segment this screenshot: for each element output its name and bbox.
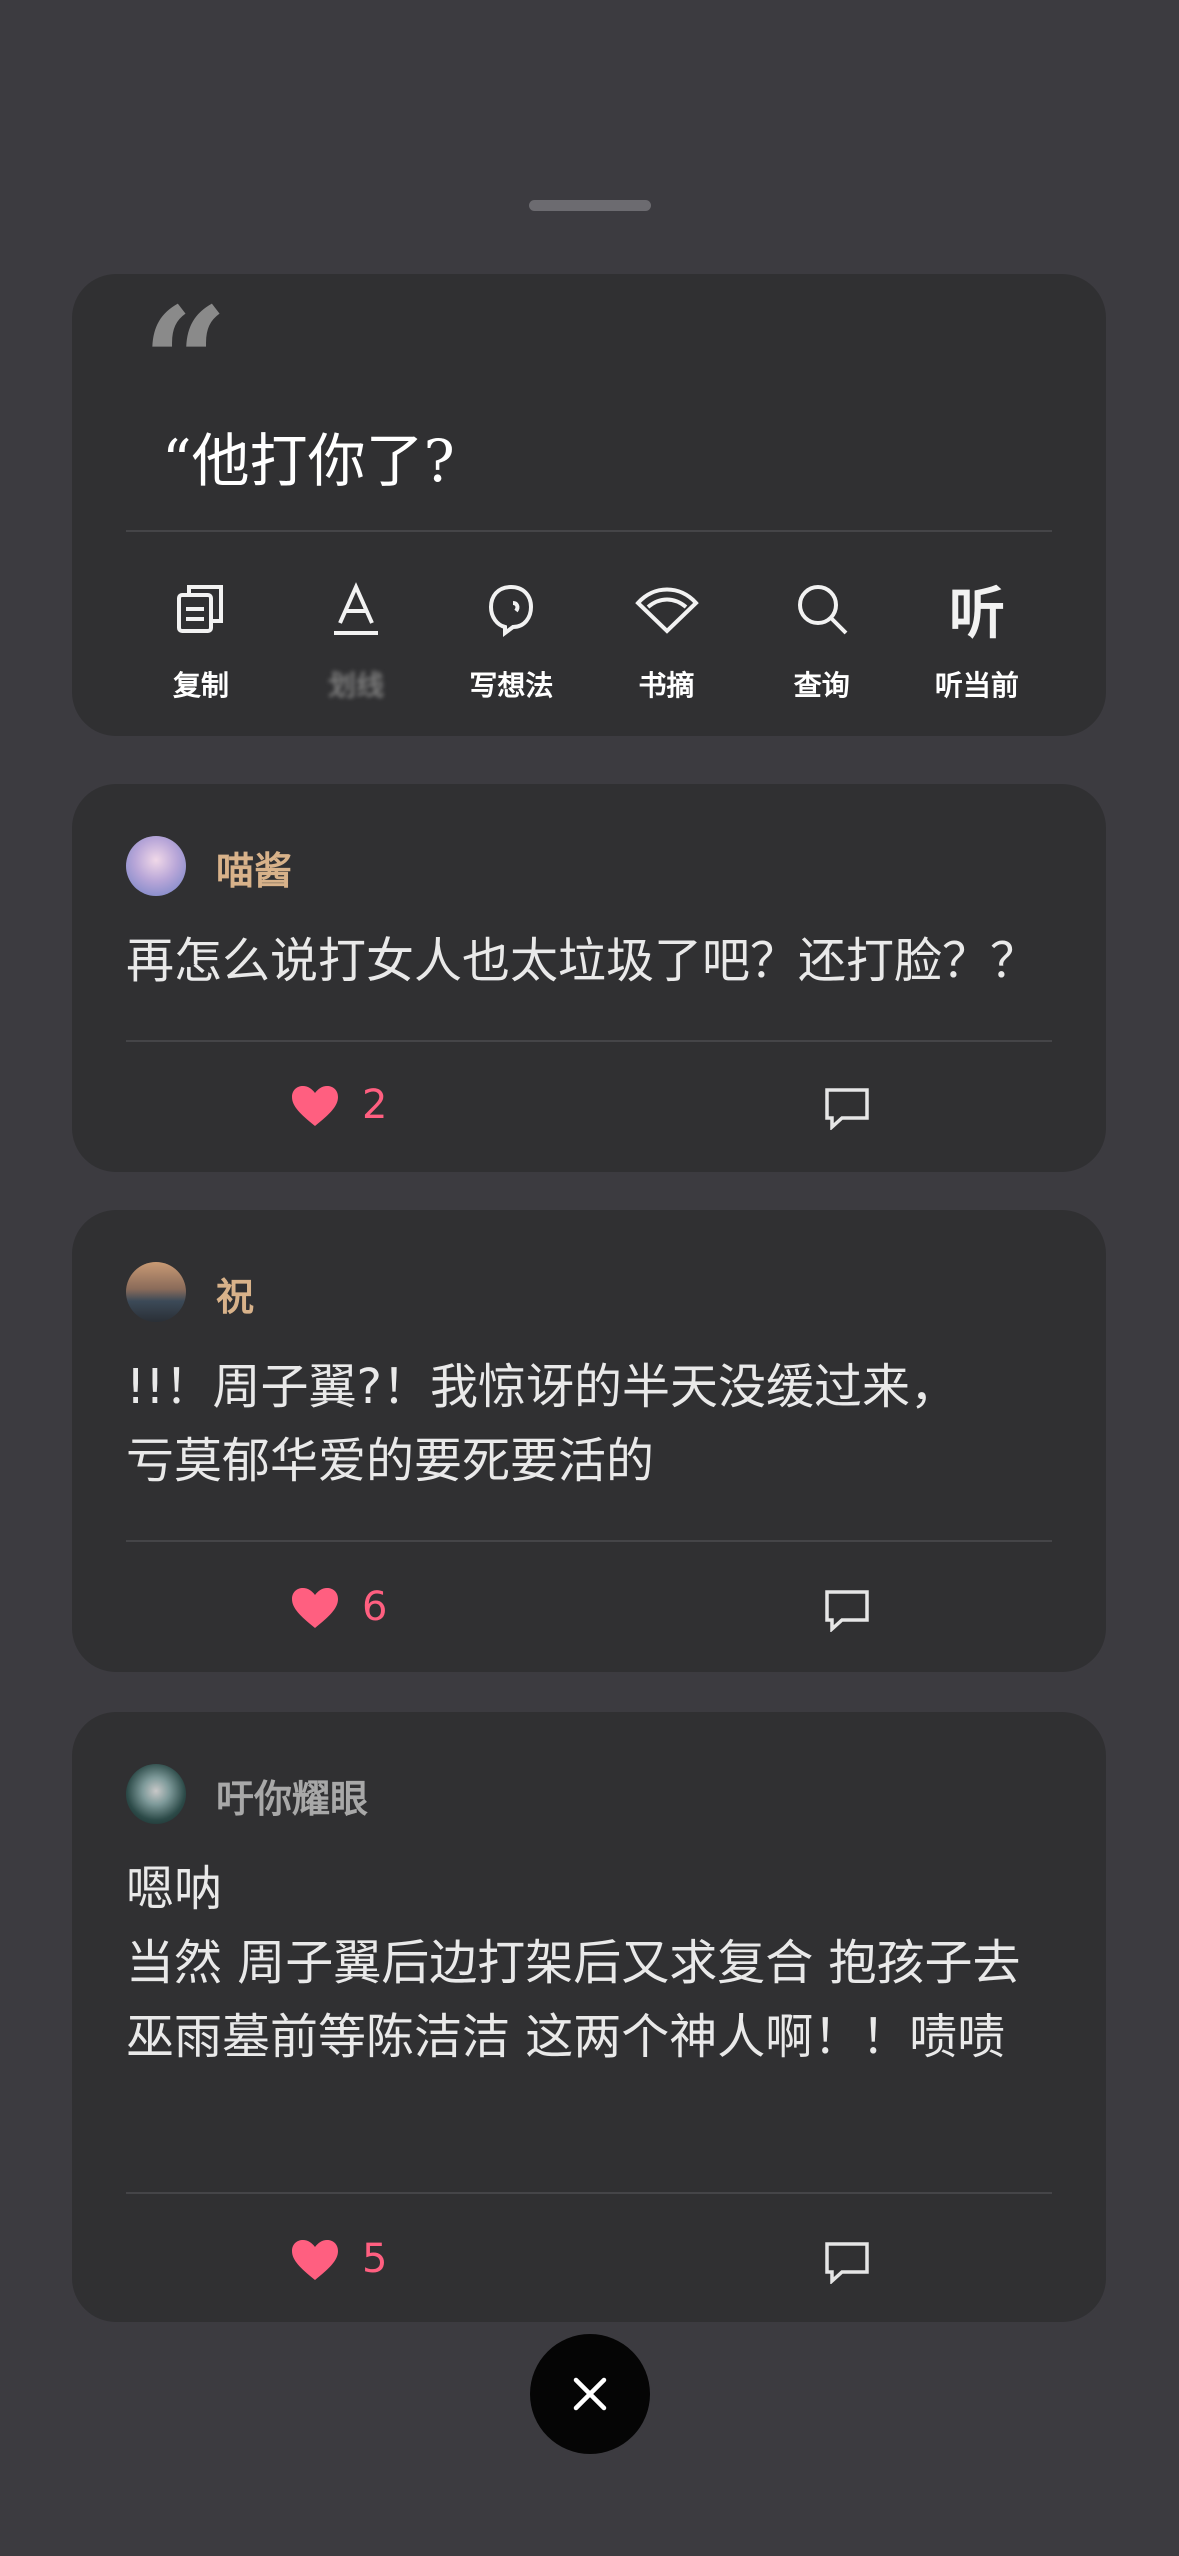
avatar[interactable] [126, 1262, 186, 1322]
divider [126, 530, 1052, 532]
action-bar: 复制 划线 写想法 书摘 查询 听 听当前 [126, 576, 1052, 716]
listen-button[interactable]: 听 听当前 [902, 576, 1052, 716]
book-excerpt-button[interactable]: 书摘 [592, 576, 742, 716]
divider [126, 1540, 1052, 1542]
book-excerpt-label: 书摘 [638, 669, 695, 702]
heart-icon[interactable] [290, 2238, 340, 2282]
heart-icon[interactable] [290, 1586, 340, 1630]
close-button[interactable] [530, 2334, 650, 2454]
search-icon [789, 576, 855, 642]
username[interactable]: 祝 [216, 1266, 254, 1321]
comment-card: 祝 !!！周子翼?！我惊讶的半天没缓过来， 亏莫郁华爱的要死要活的 6 [72, 1210, 1106, 1672]
like-count: 2 [362, 1082, 388, 1128]
comment-text: 嗯呐 当然 周子翼后边打架后又求复合 抱孩子去巫雨墓前等陈洁洁 这两个神人啊！！… [126, 1861, 1021, 2065]
comment-card: 吁你耀眼 嗯呐 当然 周子翼后边打架后又求复合 抱孩子去巫雨墓前等陈洁洁 这两个… [72, 1712, 1106, 2322]
copy-icon [168, 576, 234, 642]
underline-label: 划线 [328, 669, 385, 702]
comment-reply-icon[interactable] [824, 1588, 870, 1632]
quote-text: “他打你了? [162, 427, 455, 495]
write-thought-button[interactable]: 写想法 [436, 576, 586, 716]
underline-button[interactable]: 划线 [281, 576, 431, 716]
comment-reply-icon[interactable] [824, 2240, 870, 2284]
comment-text: 再怎么说打女人也太垃圾了吧？还打脸？？ [126, 933, 1039, 989]
listen-label: 听当前 [934, 669, 1019, 702]
heart-icon[interactable] [290, 1084, 340, 1128]
lookup-label: 查询 [793, 669, 850, 702]
comment-text: !!！周子翼?！我惊讶的半天没缓过来， 亏莫郁华爱的要死要活的 [126, 1359, 958, 1489]
close-icon [573, 2377, 607, 2411]
quote-card: “ “他打你了? 复制 划线 写想法 书摘 查询 听 听当前 [72, 274, 1106, 736]
comment-reply-icon[interactable] [824, 1086, 870, 1130]
username[interactable]: 吁你耀眼 [216, 1768, 368, 1823]
divider [126, 1040, 1052, 1042]
thought-icon [478, 576, 544, 642]
listen-icon: 听 [948, 581, 1005, 647]
write-thought-label: 写想法 [469, 669, 554, 702]
avatar[interactable] [126, 1764, 186, 1824]
like-count: 6 [362, 1584, 388, 1630]
lookup-button[interactable]: 查询 [747, 576, 897, 716]
comment-card: 喵酱 再怎么说打女人也太垃圾了吧？还打脸？？ 2 [72, 784, 1106, 1172]
bookmark-fan-icon [634, 576, 700, 642]
avatar[interactable] [126, 836, 186, 896]
underline-icon [323, 576, 389, 642]
like-count: 5 [362, 2236, 388, 2282]
copy-label: 复制 [172, 669, 229, 702]
copy-button[interactable]: 复制 [126, 576, 276, 716]
username[interactable]: 喵酱 [216, 840, 292, 895]
drag-handle[interactable] [529, 200, 651, 211]
divider [126, 2192, 1052, 2194]
